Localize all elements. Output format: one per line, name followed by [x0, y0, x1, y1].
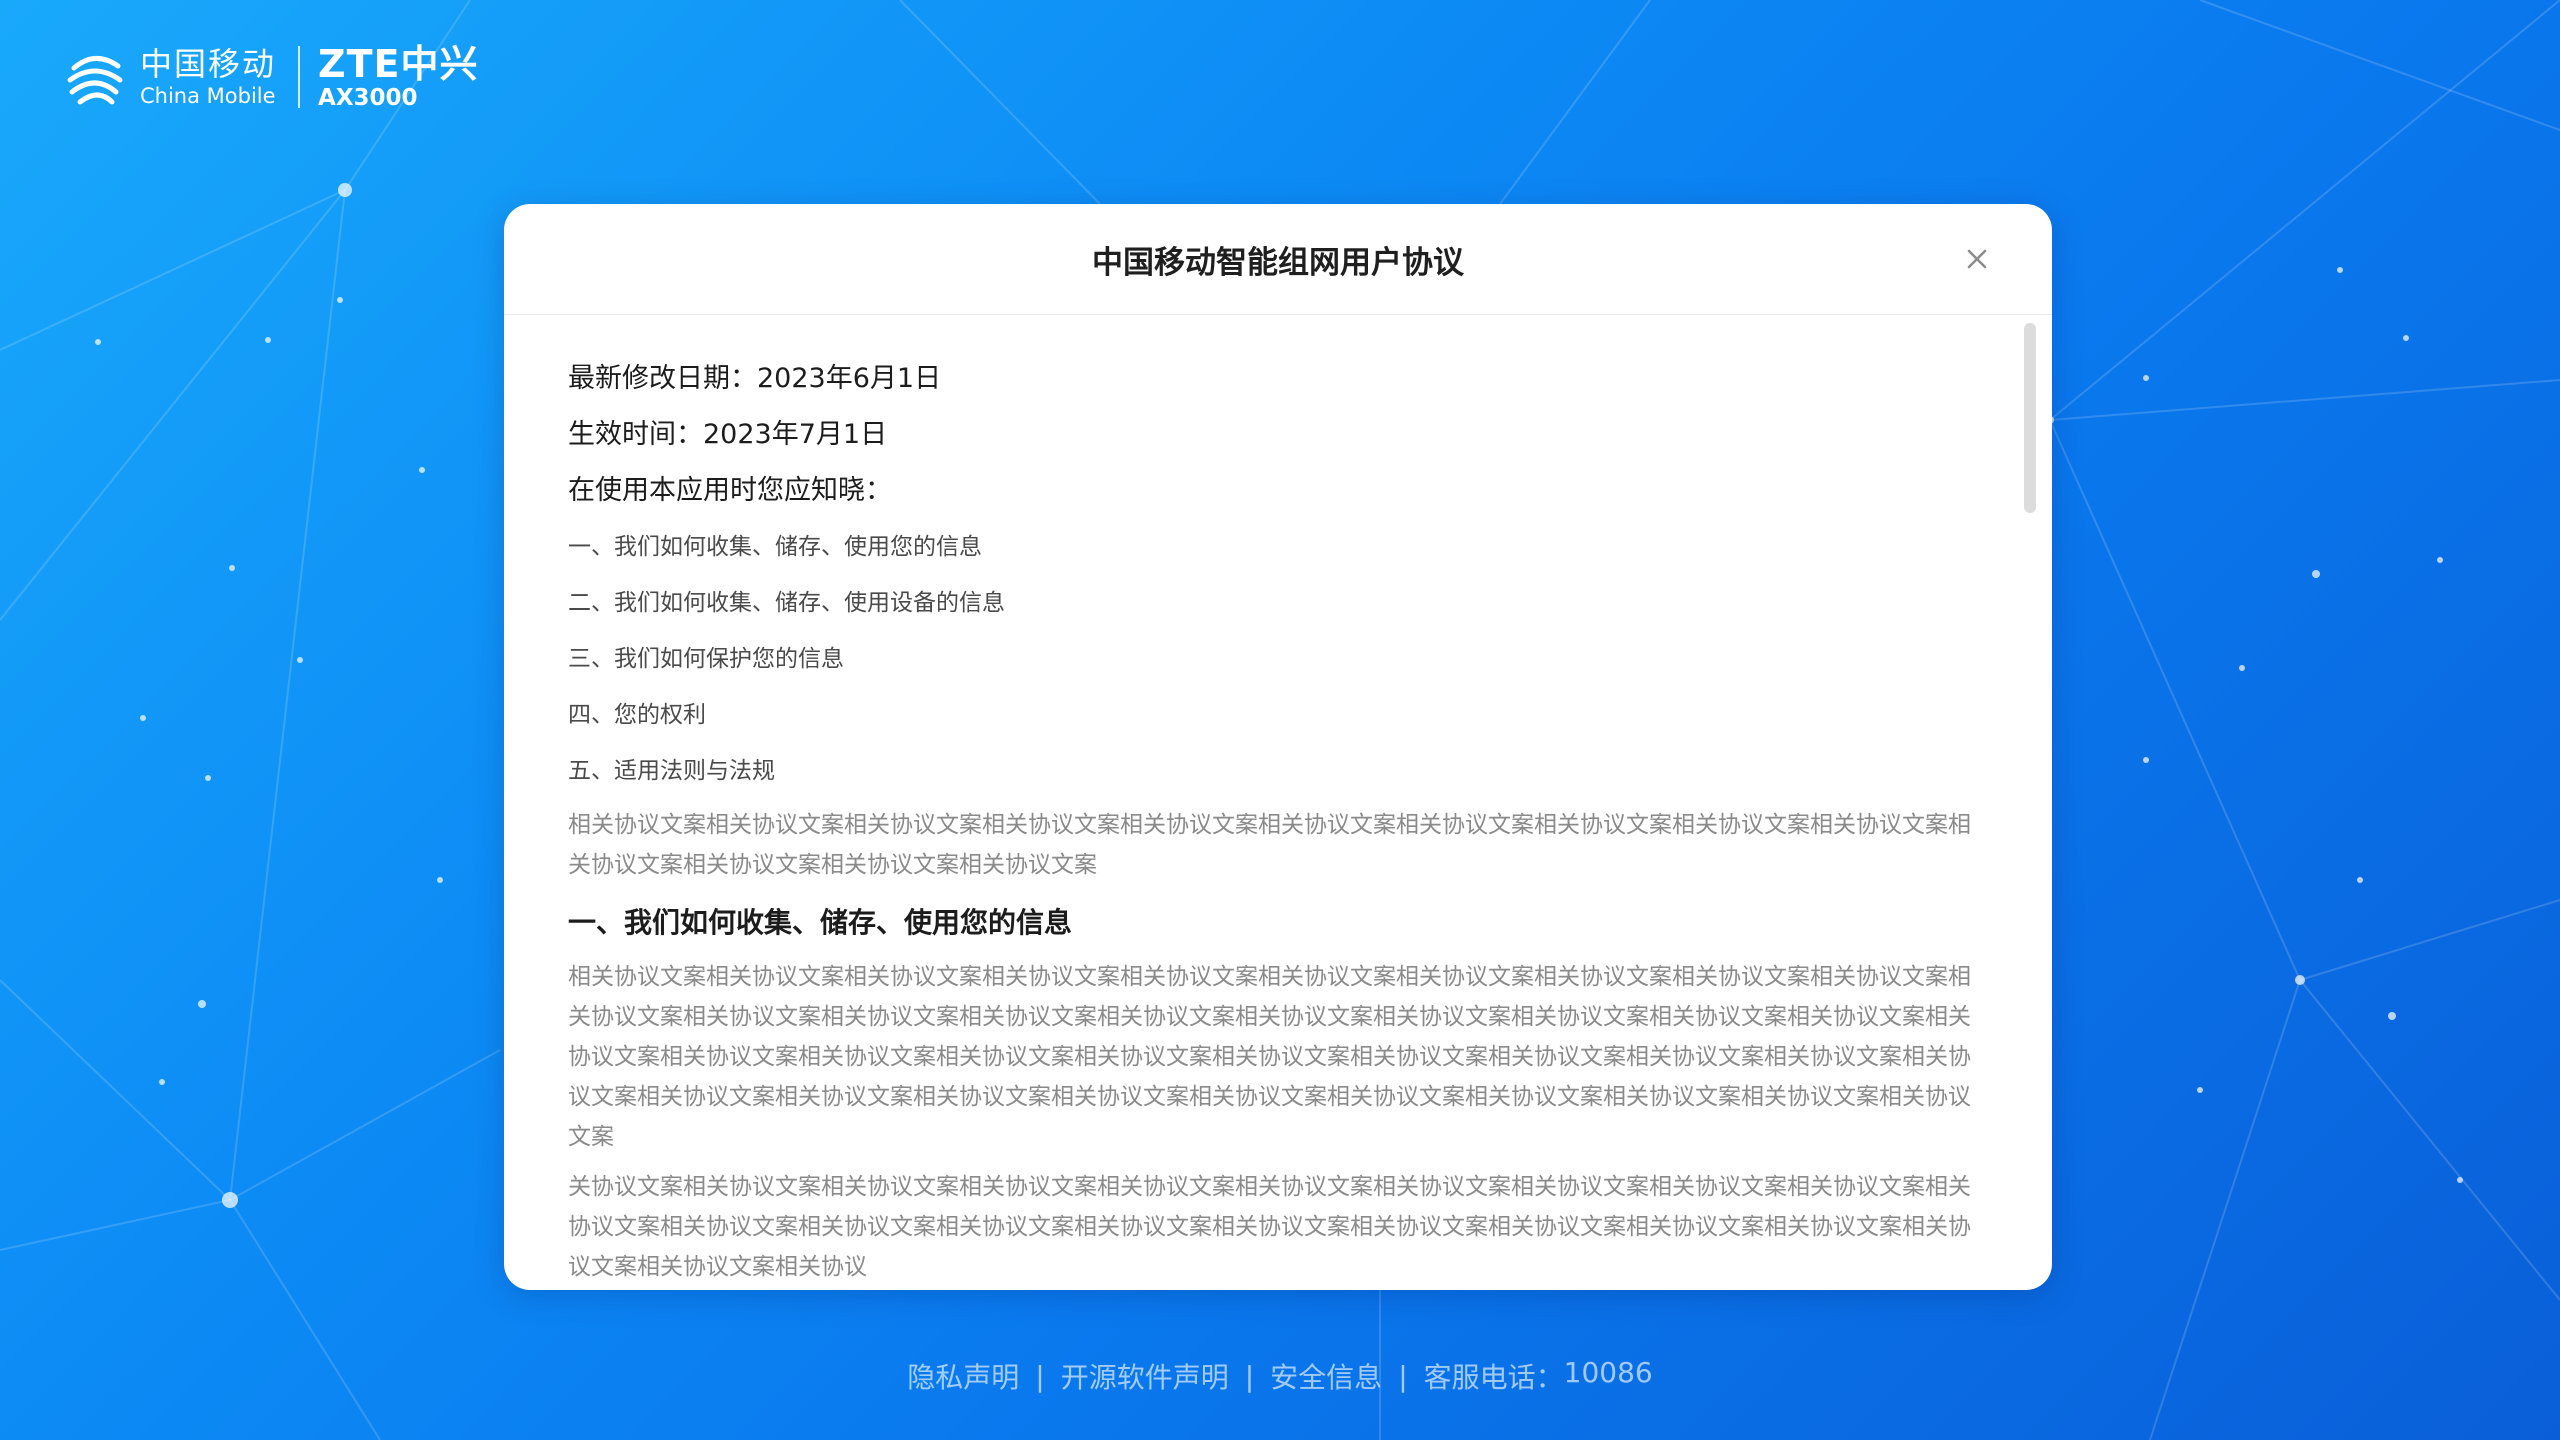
- footer-links: 隐私声明 | 开源软件声明 | 安全信息 | 客服电话： 10086: [0, 1356, 2560, 1396]
- dialog-title: 中国移动智能组网用户协议: [1092, 244, 1464, 281]
- toc-item: 五、适用法则与法规: [568, 758, 775, 784]
- customer-service-phone: 客服电话： 10086: [1424, 1356, 1653, 1396]
- privacy-statement-link[interactable]: 隐私声明: [907, 1356, 1019, 1396]
- service-phone-number: 10086: [1563, 1356, 1653, 1389]
- router-model-text: AX3000: [318, 84, 418, 111]
- page-background: 中国移动 China Mobile ZTE中兴 AX3000 中国移动智能组网用…: [0, 0, 2560, 1440]
- section-paragraph: 关协议文案相关协议文案相关协议文案相关协议文案相关协议文案相关协议文案相关协议文…: [568, 1174, 1971, 1280]
- footer-separator: |: [1244, 1359, 1255, 1393]
- last-modified-label: 最新修改日期：: [568, 363, 757, 394]
- zte-brand-text: ZTE中兴: [318, 41, 479, 86]
- close-icon[interactable]: [1960, 242, 1994, 276]
- toc-item: 二、我们如何收集、储存、使用设备的信息: [568, 590, 1005, 616]
- service-phone-label: 客服电话：: [1423, 1361, 1564, 1394]
- effective-label: 生效时间：: [568, 419, 703, 450]
- user-agreement-dialog: 中国移动智能组网用户协议 最新修改日期：2023年6月1日 生效时间：2023年…: [504, 204, 2052, 1290]
- last-modified-value: 2023年6月1日: [757, 363, 942, 394]
- scrollbar[interactable]: [2024, 315, 2036, 1290]
- toc-item: 三、我们如何保护您的信息: [568, 646, 844, 672]
- footer-separator: |: [1398, 1359, 1408, 1393]
- logo-divider: [298, 46, 301, 108]
- brand-logo: 中国移动 China Mobile ZTE中兴 AX3000: [62, 44, 478, 110]
- section-paragraph: 相关协议文案相关协议文案相关协议文案相关协议文案相关协议文案相关协议文案相关协议…: [568, 964, 1971, 1150]
- toc-item: 一、我们如何收集、储存、使用您的信息: [568, 534, 982, 560]
- open-source-statement-link[interactable]: 开源软件声明: [1061, 1356, 1229, 1396]
- agreement-scroll-area[interactable]: 最新修改日期：2023年6月1日 生效时间：2023年7月1日 在使用本应用时您…: [504, 315, 2052, 1290]
- section-heading: 一、我们如何收集、储存、使用您的信息: [568, 906, 1073, 939]
- china-mobile-cn-text: 中国移动: [140, 44, 277, 83]
- agreement-content: 最新修改日期：2023年6月1日 生效时间：2023年7月1日 在使用本应用时您…: [568, 351, 1992, 1290]
- effective-date: 生效时间：2023年7月1日: [568, 407, 1992, 463]
- last-modified-date: 最新修改日期：2023年6月1日: [568, 351, 1992, 407]
- china-mobile-logo-icon: [67, 56, 123, 105]
- toc-item: 四、您的权利: [568, 702, 706, 728]
- intro-paragraph: 相关协议文案相关协议文案相关协议文案相关协议文案相关协议文案相关协议文案相关协议…: [568, 812, 1971, 878]
- effective-value: 2023年7月1日: [703, 419, 888, 450]
- footer-separator: |: [1035, 1359, 1045, 1393]
- china-mobile-en-text: China Mobile: [140, 83, 276, 108]
- scrollbar-thumb[interactable]: [2024, 323, 2036, 513]
- dialog-header: 中国移动智能组网用户协议: [504, 204, 2052, 315]
- notice-heading: 在使用本应用时您应知晓：: [568, 475, 892, 506]
- security-info-link[interactable]: 安全信息: [1270, 1356, 1382, 1396]
